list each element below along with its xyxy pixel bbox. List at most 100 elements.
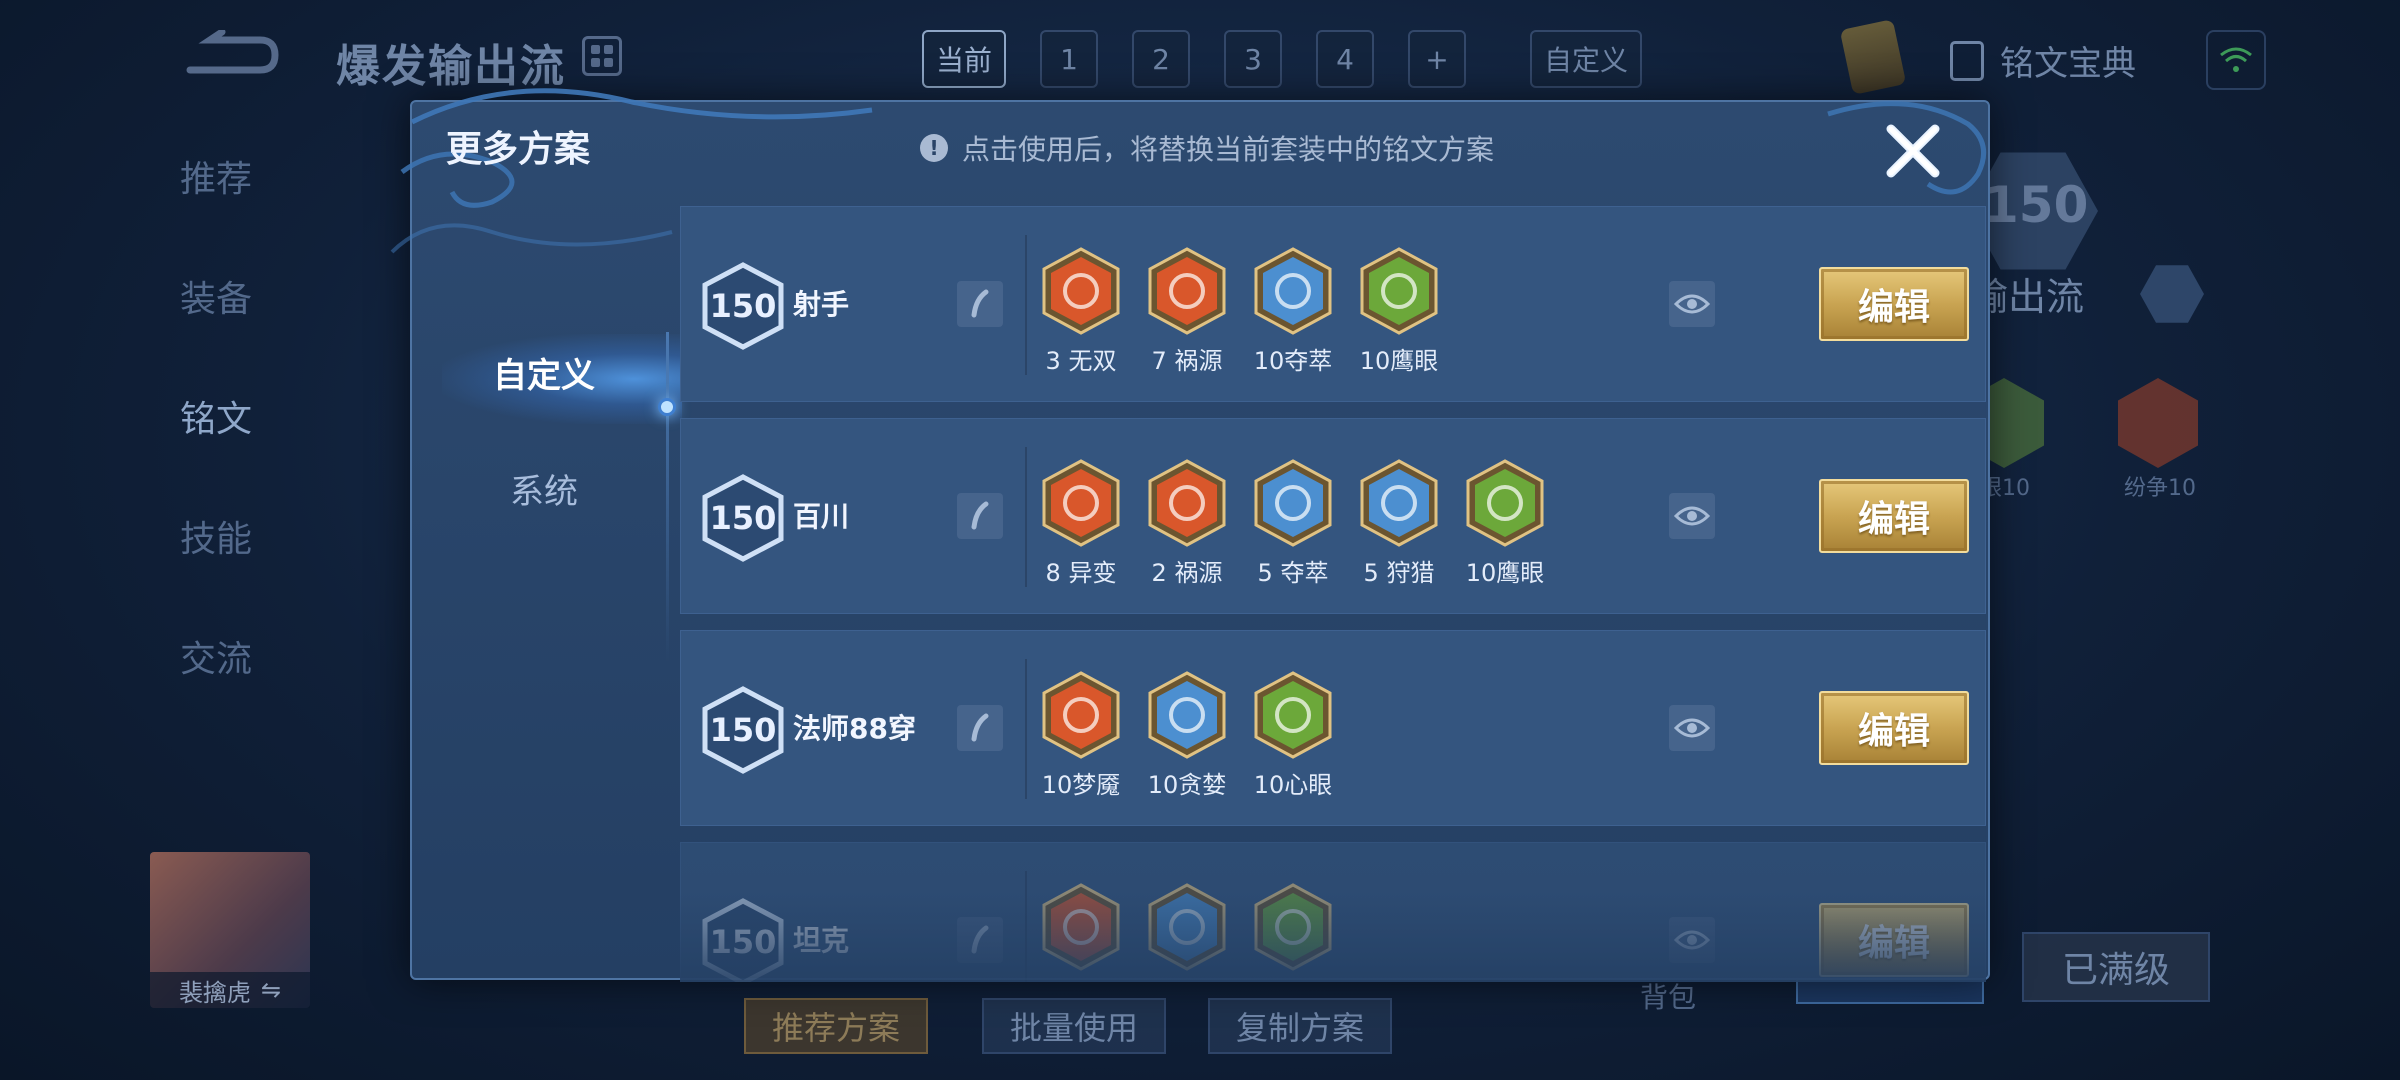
side-menu: 推荐 装备 铭文 技能 交流: [180, 150, 252, 680]
preview-button[interactable]: [1669, 917, 1715, 963]
preview-button[interactable]: [1669, 493, 1715, 539]
rune-label: 2 祸源: [1151, 559, 1223, 587]
side-item-runes[interactable]: 铭文: [180, 390, 252, 440]
rune-item: 2 祸源: [1147, 459, 1227, 588]
side-item-exchange[interactable]: 交流: [180, 630, 252, 680]
row-divider: [1025, 871, 1027, 982]
green-rune-icon: [1254, 883, 1332, 971]
blue-rune-tanlan-icon: [1148, 671, 1226, 759]
rune-item: 10鹰眼: [1465, 459, 1545, 588]
rune-codex-button[interactable]: 铭文宝典: [1950, 36, 2136, 85]
recommended-plan-button[interactable]: 推荐方案: [744, 998, 929, 1054]
rune-label: 10贪婪: [1147, 771, 1227, 799]
copy-plan-button[interactable]: 复制方案: [1208, 998, 1393, 1054]
batch-use-button[interactable]: 批量使用: [982, 998, 1167, 1054]
rune-item: [1041, 883, 1121, 977]
red-rune-wushuang-icon: [1042, 247, 1120, 335]
tab-add[interactable]: +: [1408, 30, 1467, 88]
edit-button[interactable]: 编辑: [1819, 267, 1969, 341]
rename-button[interactable]: [957, 281, 1003, 327]
eye-icon: [1674, 930, 1710, 950]
plan-category-nav: 自定义 系统: [412, 222, 682, 982]
rune-item: [1253, 883, 1333, 977]
row-divider: [1025, 447, 1027, 587]
blue-rune-duocui-icon: [1254, 459, 1332, 547]
edit-button[interactable]: 编辑: [1819, 691, 1969, 765]
nav-item-system[interactable]: 系统: [412, 448, 676, 528]
plan-name: 坦克: [793, 924, 850, 957]
rune-item: 3 无双: [1041, 247, 1121, 376]
wifi-icon: [2206, 30, 2266, 90]
rune-list: 8 异变 2 祸源 5 夺萃 5 狩猎 10鹰眼: [1041, 459, 1545, 588]
plan-row: 150 坦克 编辑: [680, 842, 1986, 982]
rename-button[interactable]: [957, 493, 1003, 539]
rune-label: 10鹰眼: [1359, 347, 1439, 375]
rename-button[interactable]: [957, 705, 1003, 751]
pencil-icon: [971, 925, 989, 954]
bag-label[interactable]: 背包: [1640, 976, 1696, 1016]
side-item-skills[interactable]: 技能: [180, 510, 252, 560]
preview-button[interactable]: [1669, 281, 1715, 327]
plan-row: 150 法师88穿 10梦魇 10贪婪 10心眼 编辑: [680, 630, 1986, 826]
side-item-equipment[interactable]: 装备: [180, 270, 252, 320]
rune-label: 10夺萃: [1253, 347, 1333, 375]
edit-button[interactable]: 编辑: [1819, 903, 1969, 977]
gift-icon[interactable]: [1839, 19, 1907, 95]
tab-current[interactable]: 当前: [922, 30, 1007, 88]
menu-icon[interactable]: [2140, 265, 2204, 323]
red-rune-mengyan-icon: [1042, 671, 1120, 759]
rune-label: 8 异变: [1045, 559, 1117, 587]
close-button[interactable]: [1878, 116, 1948, 186]
more-plans-dialog: 更多方案 ! 点击使用后，将替换当前套装中的铭文方案 自定义 系统 150 射手…: [390, 88, 1990, 982]
build-tabs: 当前 1 2 3 4 + 自定义: [922, 30, 1643, 88]
blue-rune-shoulie-icon: [1360, 459, 1438, 547]
rune-label: 5 狩猎: [1363, 559, 1435, 587]
rune-item: 10心眼: [1253, 671, 1333, 800]
pencil-icon: [971, 713, 989, 742]
row-divider: [1025, 659, 1027, 799]
plan-list[interactable]: 150 射手 3 无双 7 祸源 10夺萃 10鹰眼 编辑 150 百川 8 异变 2 …: [680, 206, 1986, 982]
green-rune-xinyan-icon: [1254, 671, 1332, 759]
rune-item: 10梦魇: [1041, 671, 1121, 800]
rune-list: 3 无双 7 祸源 10夺萃 10鹰眼: [1041, 247, 1439, 376]
rune-label: 10心眼: [1253, 771, 1333, 799]
tab-3[interactable]: 3: [1224, 30, 1283, 88]
dialog-title: 更多方案: [446, 129, 591, 170]
hero-name-bar[interactable]: 裴擒虎 ⇋: [150, 972, 310, 1008]
plan-level: 150: [709, 923, 777, 961]
build-title: 爆发输出流: [336, 41, 566, 92]
rune-item: 5 夺萃: [1253, 459, 1333, 588]
pencil-icon: [971, 289, 989, 318]
tab-2[interactable]: 2: [1132, 30, 1191, 88]
rune-codex-label: 铭文宝典: [2000, 44, 2136, 84]
tab-4[interactable]: 4: [1316, 30, 1375, 88]
blue-rune-icon: [1148, 883, 1226, 971]
green-rune-yingyan-icon: [1466, 459, 1544, 547]
tab-custom[interactable]: 自定义: [1530, 30, 1643, 88]
plan-name: 百川: [793, 500, 850, 533]
edit-button[interactable]: 编辑: [1819, 479, 1969, 553]
rune-item: 8 异变: [1041, 459, 1121, 588]
red-rune-icon: [2118, 378, 2198, 468]
book-icon: [1950, 40, 1984, 81]
side-item-recommend[interactable]: 推荐: [180, 150, 252, 200]
rune-list: [1041, 883, 1333, 977]
eye-icon: [1674, 294, 1710, 314]
row-divider: [1025, 235, 1027, 375]
rune-label: 7 祸源: [1151, 347, 1223, 375]
red-rune-yibian-icon: [1042, 459, 1120, 547]
dialog-hint-text: 点击使用后，将替换当前套装中的铭文方案: [962, 133, 1495, 166]
rune-item: 10贪婪: [1147, 671, 1227, 800]
preview-button[interactable]: [1669, 705, 1715, 751]
tab-1[interactable]: 1: [1040, 30, 1099, 88]
plan-level: 150: [709, 499, 777, 537]
hero-name: 裴擒虎: [178, 978, 251, 1007]
rename-button[interactable]: [957, 917, 1003, 963]
red-rune-huoyuan-icon: [1148, 459, 1226, 547]
maxed-button[interactable]: 已满级: [2022, 932, 2210, 1002]
rune-label: 5 夺萃: [1257, 559, 1329, 587]
back-arrow-icon[interactable]: [180, 30, 280, 80]
nav-item-custom[interactable]: 自定义: [412, 332, 676, 412]
grid-icon[interactable]: [582, 36, 622, 76]
blue-rune-duocui-icon: [1254, 247, 1332, 335]
